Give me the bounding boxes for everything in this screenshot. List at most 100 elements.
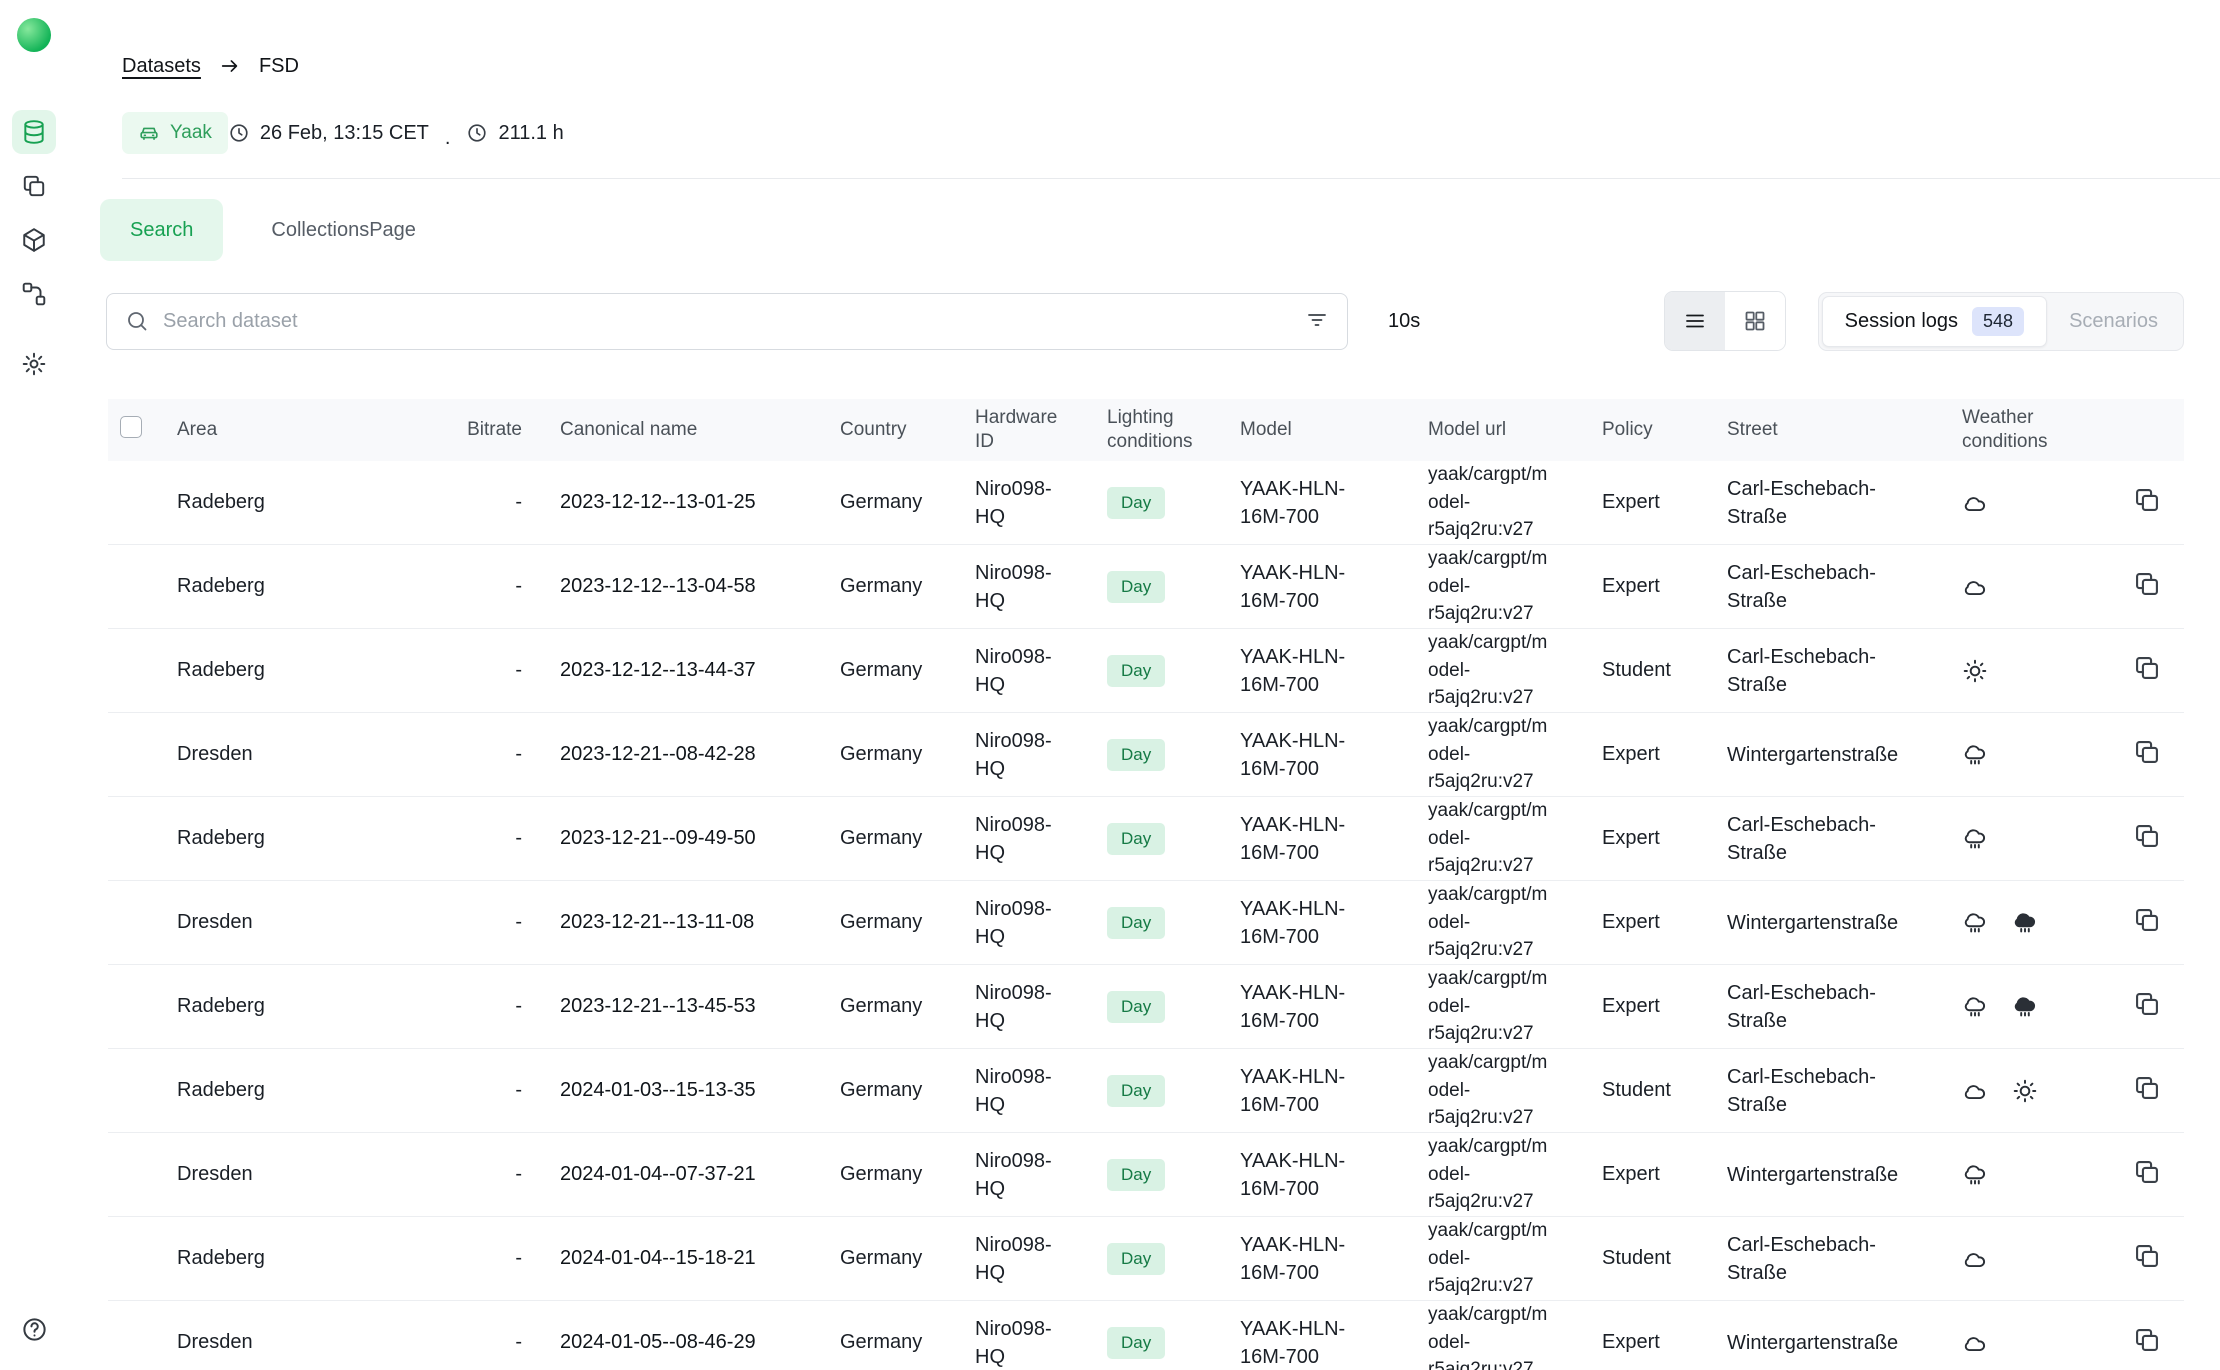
- copy-button[interactable]: [2133, 570, 2161, 601]
- cloud-icon: [1962, 1330, 1988, 1356]
- table-row[interactable]: Radeberg - 2023-12-21--09-49-50 Germany …: [108, 797, 2184, 881]
- copy-cell: [2133, 1158, 2184, 1192]
- model-cell: YAAK-HLN-16M-700: [1240, 1063, 1428, 1119]
- copy-button[interactable]: [2133, 1074, 2161, 1105]
- view-toggle: [1664, 291, 1786, 351]
- model-cell: YAAK-HLN-16M-700: [1240, 979, 1428, 1035]
- filter-button[interactable]: [1305, 308, 1329, 335]
- area-cell: Dresden: [177, 911, 456, 934]
- hardware-id-cell: Niro098-HQ: [975, 979, 1107, 1035]
- dataset-meta-row: Yaak 26 Feb, 13:15 CET . 211.1 h: [122, 112, 2184, 154]
- table-row[interactable]: Radeberg - 2024-01-04--15-18-21 Germany …: [108, 1217, 2184, 1301]
- vehicle-badge-label: Yaak: [170, 122, 212, 144]
- breadcrumb-datasets[interactable]: Datasets: [122, 55, 201, 78]
- lighting-badge: Day: [1107, 1159, 1165, 1191]
- help-button[interactable]: [21, 1316, 48, 1346]
- col-header-bitrate: Bitrate: [456, 419, 560, 441]
- hardware-id-cell: Niro098-HQ: [975, 1147, 1107, 1203]
- lighting-cell: Day: [1107, 991, 1240, 1023]
- copy-button[interactable]: [2133, 1158, 2161, 1189]
- copy-button[interactable]: [2133, 990, 2161, 1021]
- copy-cell: [2133, 1326, 2184, 1360]
- sidebar-item-layers[interactable]: [12, 164, 56, 208]
- session-logs-count-badge: 548: [1972, 307, 2024, 336]
- weather-cell: [1962, 910, 2133, 936]
- weather-cell: [1962, 994, 2133, 1020]
- scenarios-toggle[interactable]: Scenarios: [2047, 296, 2180, 347]
- grid-view-button[interactable]: [1725, 292, 1785, 350]
- lighting-badge: Day: [1107, 487, 1165, 519]
- vehicle-badge[interactable]: Yaak: [122, 112, 228, 154]
- table-row[interactable]: Radeberg - 2023-12-12--13-01-25 Germany …: [108, 461, 2184, 545]
- copy-cell: [2133, 906, 2184, 940]
- bitrate-cell: -: [456, 827, 560, 850]
- list-view-button[interactable]: [1665, 292, 1725, 350]
- tab-collections-page[interactable]: CollectionsPage: [241, 199, 446, 261]
- copy-button[interactable]: [2133, 738, 2161, 769]
- copy-button[interactable]: [2133, 486, 2161, 517]
- country-cell: Germany: [840, 1247, 975, 1270]
- refresh-interval[interactable]: 10s: [1388, 310, 1420, 333]
- table-row[interactable]: Dresden - 2023-12-21--13-11-08 Germany N…: [108, 881, 2184, 965]
- model-cell: YAAK-HLN-16M-700: [1240, 1315, 1428, 1370]
- app-logo[interactable]: [17, 18, 51, 52]
- table-row[interactable]: Radeberg - 2023-12-12--13-04-58 Germany …: [108, 545, 2184, 629]
- copy-button[interactable]: [2133, 906, 2161, 937]
- copy-icon: [2133, 654, 2161, 682]
- area-cell: Dresden: [177, 743, 456, 766]
- copy-button[interactable]: [2133, 654, 2161, 685]
- table-row[interactable]: Radeberg - 2023-12-12--13-44-37 Germany …: [108, 629, 2184, 713]
- street-cell: Carl-Eschebach-Straße: [1727, 559, 1962, 615]
- sessions-table: Area Bitrate Canonical name Country Hard…: [108, 399, 2184, 1370]
- copy-button[interactable]: [2133, 822, 2161, 853]
- street-cell: Wintergartenstraße: [1727, 1329, 1962, 1357]
- table-row[interactable]: Dresden - 2024-01-05--08-46-29 Germany N…: [108, 1301, 2184, 1370]
- table-row[interactable]: Radeberg - 2023-12-21--13-45-53 Germany …: [108, 965, 2184, 1049]
- table-row[interactable]: Radeberg - 2024-01-03--15-13-35 Germany …: [108, 1049, 2184, 1133]
- street-cell: Carl-Eschebach-Straße: [1727, 811, 1962, 867]
- copy-cell: [2133, 1242, 2184, 1276]
- weather-cell: [1962, 574, 2133, 600]
- session-logs-toggle[interactable]: Session logs 548: [1822, 296, 2047, 347]
- box-icon: [21, 227, 47, 253]
- clock-icon: [228, 122, 250, 144]
- sidebar: [0, 0, 68, 1370]
- area-cell: Radeberg: [177, 575, 456, 598]
- lighting-cell: Day: [1107, 571, 1240, 603]
- rain-icon: [1962, 910, 1988, 936]
- model-cell: YAAK-HLN-16M-700: [1240, 811, 1428, 867]
- main-content: Datasets FSD Yaak 26 Feb, 13:15 CET . 21…: [68, 0, 2220, 1370]
- sidebar-item-settings[interactable]: [12, 342, 56, 386]
- model-url-cell: yaak/cargpt/model-r5ajq2ru:v27: [1428, 1217, 1602, 1300]
- sidebar-item-database[interactable]: [12, 110, 56, 154]
- country-cell: Germany: [840, 827, 975, 850]
- select-all-checkbox[interactable]: [120, 416, 142, 438]
- hardware-id-cell: Niro098-HQ: [975, 1231, 1107, 1287]
- weather-cell: [1962, 1246, 2133, 1272]
- toolbar: 10s Session logs 548 Scenarios: [100, 291, 2184, 351]
- lighting-badge: Day: [1107, 1327, 1165, 1359]
- lighting-badge: Day: [1107, 907, 1165, 939]
- tab-search[interactable]: Search: [100, 199, 223, 261]
- copy-button[interactable]: [2133, 1242, 2161, 1273]
- bitrate-cell: -: [456, 1079, 560, 1102]
- canonical-name-cell: 2023-12-12--13-04-58: [560, 575, 840, 598]
- model-url-cell: yaak/cargpt/model-r5ajq2ru:v27: [1428, 713, 1602, 796]
- weather-cell: [1962, 1330, 2133, 1356]
- street-cell: Carl-Eschebach-Straße: [1727, 643, 1962, 699]
- grid-view-icon: [1743, 309, 1767, 333]
- hardware-id-cell: Niro098-HQ: [975, 643, 1107, 699]
- rain-heavy-icon: [2012, 994, 2038, 1020]
- copy-button[interactable]: [2133, 1326, 2161, 1357]
- tabs: Search CollectionsPage: [100, 199, 2184, 261]
- country-cell: Germany: [840, 1331, 975, 1354]
- street-cell: Wintergartenstraße: [1727, 741, 1962, 769]
- sidebar-item-workflow[interactable]: [12, 272, 56, 316]
- copy-icon: [2133, 1242, 2161, 1270]
- area-cell: Dresden: [177, 1163, 456, 1186]
- table-row[interactable]: Dresden - 2023-12-21--08-42-28 Germany N…: [108, 713, 2184, 797]
- sidebar-item-box[interactable]: [12, 218, 56, 262]
- table-row[interactable]: Dresden - 2024-01-04--07-37-21 Germany N…: [108, 1133, 2184, 1217]
- search-input[interactable]: [163, 310, 1291, 333]
- copy-icon: [2133, 906, 2161, 934]
